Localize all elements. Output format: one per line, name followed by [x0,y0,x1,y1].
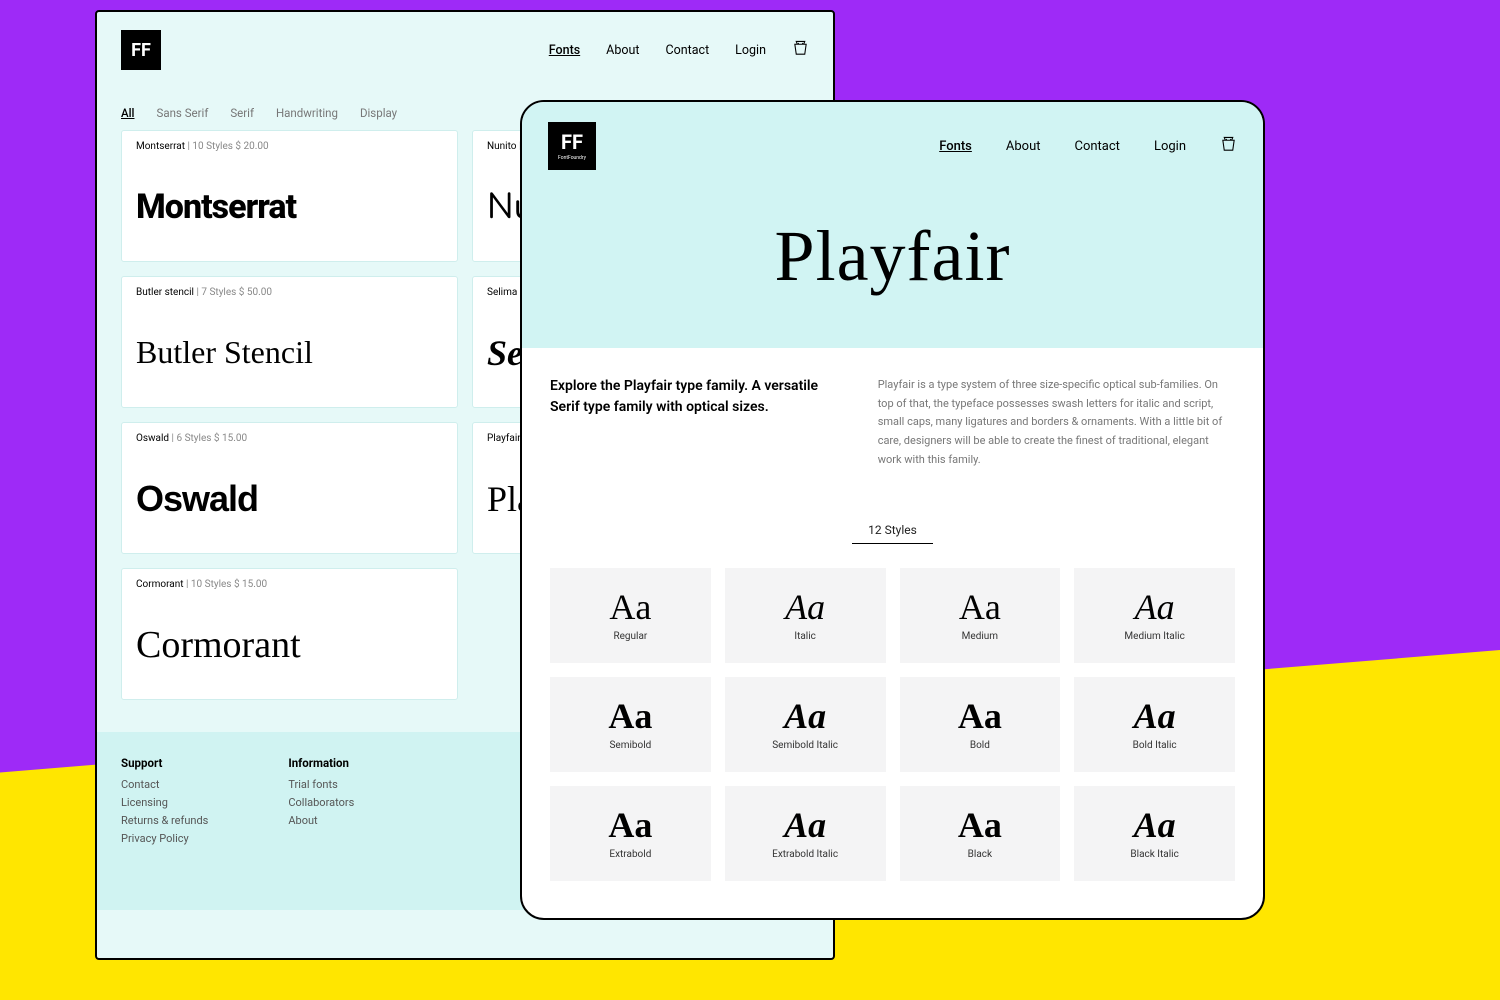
logo[interactable]: FF FontFoundry [548,122,596,170]
style-card-extrabold[interactable]: AaExtrabold [550,786,711,881]
footer-link-about[interactable]: About [288,814,354,827]
tab-handwriting[interactable]: Handwriting [276,106,338,120]
style-card-semibold[interactable]: AaSemibold [550,677,711,772]
nav-login[interactable]: Login [735,43,766,58]
footer-link-licensing[interactable]: Licensing [121,796,208,809]
footer-link-trial[interactable]: Trial fonts [288,778,354,791]
logo-mark: FF [561,132,583,152]
footer-heading: Information [288,756,354,770]
footer-information: Information Trial fonts Collaborators Ab… [288,756,354,850]
footer-link-returns[interactable]: Returns & refunds [121,814,208,827]
style-card-medium-italic[interactable]: AaMedium Italic [1074,568,1235,663]
header: FF FontFoundry Fonts About Contact Login [548,122,1237,170]
description-long: Playfair is a type system of three size-… [878,376,1235,469]
nav-contact[interactable]: Contact [665,43,709,58]
nav-fonts[interactable]: Fonts [549,43,580,58]
styles-grid: AaRegular AaItalic AaMedium AaMedium Ita… [550,568,1235,881]
card-meta: Oswald | 6 Styles $ 15.00 [136,433,443,444]
footer-support: Support Contact Licensing Returns & refu… [121,756,208,850]
style-card-black-italic[interactable]: AaBlack Italic [1074,786,1235,881]
style-card-regular[interactable]: AaRegular [550,568,711,663]
style-card-extrabold-italic[interactable]: AaExtrabold Italic [725,786,886,881]
description-row: Explore the Playfair type family. A vers… [550,376,1235,469]
main-nav: Fonts About Contact Login [549,40,809,61]
main-nav: Fonts About Contact Login [939,136,1237,157]
tab-all[interactable]: All [121,106,135,120]
header: FF Fonts About Contact Login [97,12,833,88]
footer-link-collab[interactable]: Collaborators [288,796,354,809]
footer-link-privacy[interactable]: Privacy Policy [121,832,208,845]
font-card-oswald[interactable]: Oswald | 6 Styles $ 15.00 Oswald [121,422,458,554]
font-title: Playfair [548,215,1237,298]
card-meta: Montserrat | 10 Styles $ 20.00 [136,141,443,152]
footer-link-contact[interactable]: Contact [121,778,208,791]
description-intro: Explore the Playfair type family. A vers… [550,376,838,469]
nav-contact[interactable]: Contact [1075,139,1120,154]
font-card-butler[interactable]: Butler stencil | 7 Styles $ 50.00 Butler… [121,276,458,408]
detail-window: FF FontFoundry Fonts About Contact Login… [520,100,1265,920]
styles-heading: 12 Styles [550,517,1235,544]
card-sample: Oswald [136,444,443,553]
style-card-bold-italic[interactable]: AaBold Italic [1074,677,1235,772]
style-card-black[interactable]: AaBlack [900,786,1061,881]
tab-sans[interactable]: Sans Serif [157,106,209,120]
card-sample: Cormorant [136,590,443,699]
nav-about[interactable]: About [606,43,639,58]
cart-icon[interactable] [1220,136,1237,157]
card-sample: Butler Stencil [136,298,443,407]
logo-subtext: FontFoundry [558,155,586,161]
tab-serif[interactable]: Serif [230,106,254,120]
nav-login[interactable]: Login [1154,139,1186,154]
styles-tab[interactable]: 12 Styles [852,517,933,544]
card-meta: Cormorant | 10 Styles $ 15.00 [136,579,443,590]
cart-icon[interactable] [792,40,809,61]
style-card-medium[interactable]: AaMedium [900,568,1061,663]
card-sample: Montserrat [136,152,443,261]
font-card-montserrat[interactable]: Montserrat | 10 Styles $ 20.00 Montserra… [121,130,458,262]
hero: FF FontFoundry Fonts About Contact Login… [522,102,1263,348]
footer-heading: Support [121,756,208,770]
nav-fonts[interactable]: Fonts [939,139,972,154]
nav-about[interactable]: About [1006,139,1041,154]
style-card-italic[interactable]: AaItalic [725,568,886,663]
logo[interactable]: FF [121,30,161,70]
tab-display[interactable]: Display [360,106,397,120]
detail-body: Explore the Playfair type family. A vers… [522,348,1263,901]
font-card-cormorant[interactable]: Cormorant | 10 Styles $ 15.00 Cormorant [121,568,458,700]
style-card-bold[interactable]: AaBold [900,677,1061,772]
style-card-semibold-italic[interactable]: AaSemibold Italic [725,677,886,772]
card-meta: Butler stencil | 7 Styles $ 50.00 [136,287,443,298]
